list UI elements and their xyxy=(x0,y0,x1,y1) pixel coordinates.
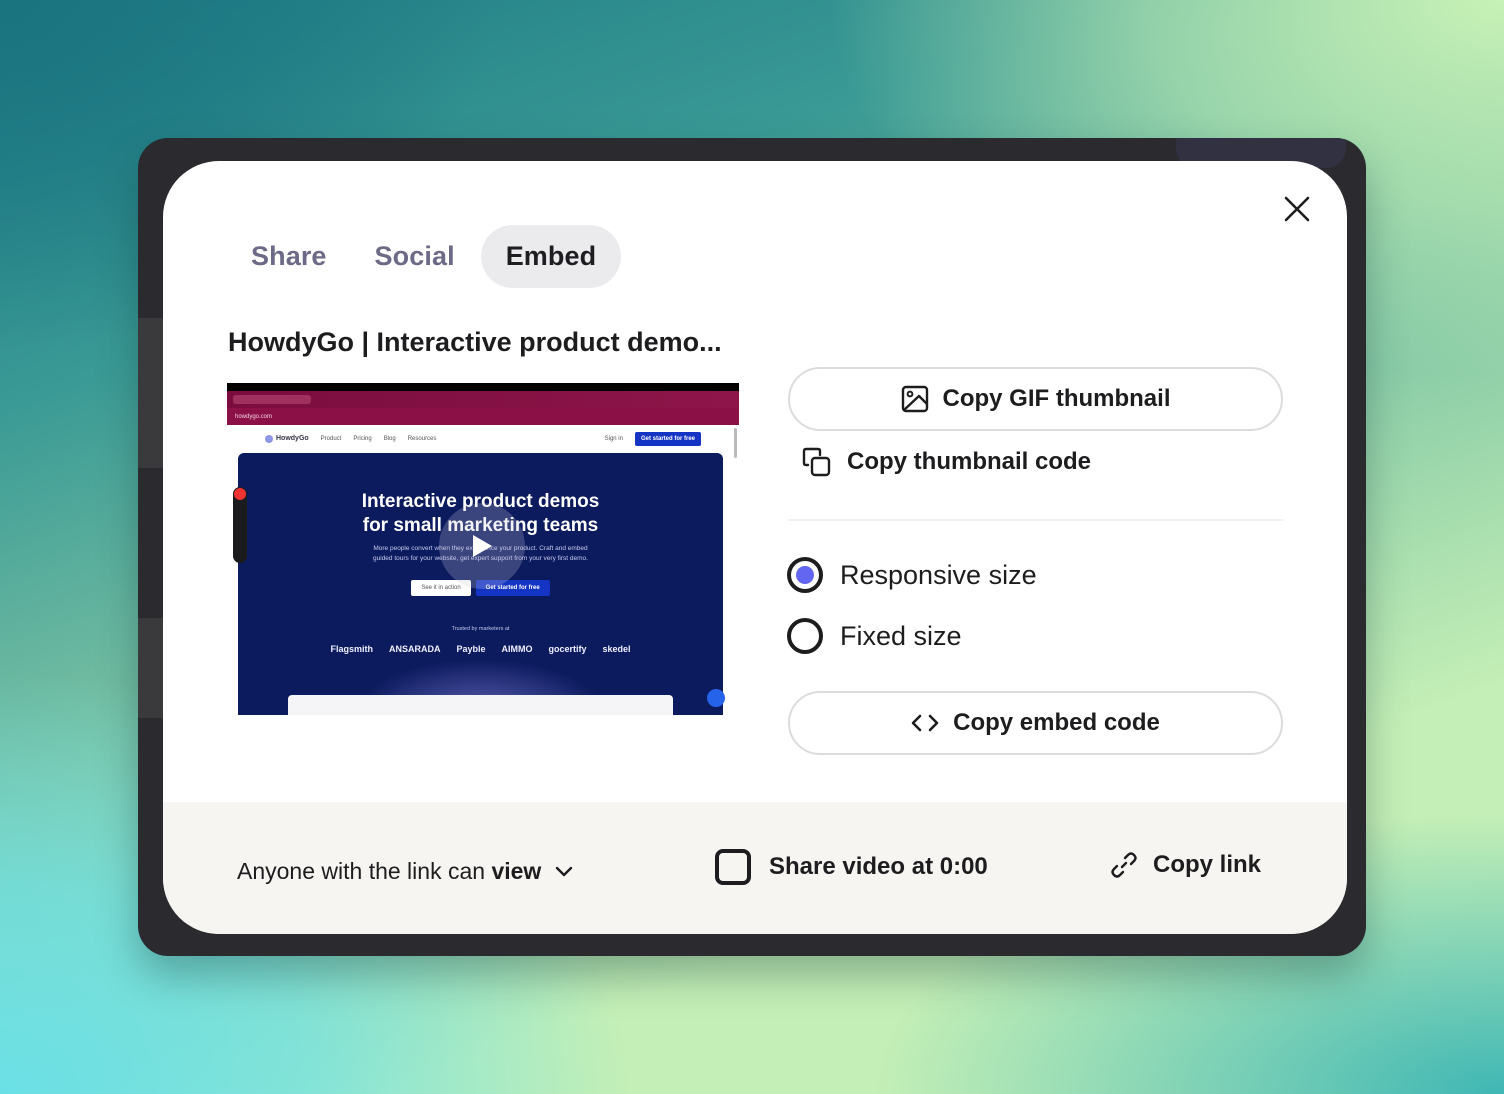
video-title: HowdyGo | Interactive product demo... xyxy=(228,327,722,357)
link-permission-dropdown[interactable]: Anyone with the link can view xyxy=(237,858,573,885)
copy-gif-thumbnail-label: Copy GIF thumbnail xyxy=(942,385,1171,412)
radio-label: Fixed size xyxy=(840,620,962,651)
thumb-customer-logo: skedel xyxy=(602,644,631,654)
tab-social[interactable]: Social xyxy=(353,227,477,286)
thumb-logo-text: HowdyGo xyxy=(276,435,309,442)
chat-bubble-icon xyxy=(707,689,725,707)
thumb-nav-item: Blog xyxy=(383,435,396,442)
thumb-window-bar xyxy=(227,383,739,391)
share-at-label: Share video at 0:00 xyxy=(769,853,988,880)
thumb-customer-logo: Payble xyxy=(456,644,486,654)
image-icon xyxy=(901,385,928,413)
thumb-nav-cta: Get started for free xyxy=(634,431,701,446)
copy-embed-code-button[interactable]: Copy embed code xyxy=(788,691,1283,755)
logo-icon xyxy=(265,434,273,443)
record-icon xyxy=(234,488,246,500)
radio-label: Responsive size xyxy=(840,559,1037,590)
thumb-customer-logo: Flagsmith xyxy=(330,644,373,654)
thumb-scrollbar xyxy=(734,428,737,458)
close-button[interactable] xyxy=(1281,193,1313,225)
thumb-nav-item: Product xyxy=(320,435,342,442)
dialog-footer: Anyone with the link can view Share vide… xyxy=(163,802,1347,934)
share-at-checkbox[interactable] xyxy=(715,849,751,885)
radio-responsive-size[interactable]: Responsive size xyxy=(787,557,1037,593)
play-button[interactable] xyxy=(439,503,525,589)
thumb-site-nav: HowdyGo Product Pricing Blog Resources S… xyxy=(227,425,739,452)
thumb-recording-toolbar xyxy=(233,487,247,563)
copy-thumbnail-code-button[interactable]: Copy thumbnail code xyxy=(801,446,1091,478)
share-dialog: Share Social Embed HowdyGo | Interactive… xyxy=(163,161,1347,934)
thumb-customer-logo: AIMMO xyxy=(501,644,533,654)
thumb-site-logo: HowdyGo xyxy=(265,434,309,443)
backdrop-panel xyxy=(138,618,166,718)
close-icon xyxy=(1284,196,1310,222)
chevron-down-icon xyxy=(556,866,573,876)
copy-gif-thumbnail-button[interactable]: Copy GIF thumbnail xyxy=(788,367,1283,431)
play-icon xyxy=(473,535,492,557)
thumb-trusted: Trusted by marketers at xyxy=(451,626,510,632)
share-video-at-toggle[interactable]: Share video at 0:00 xyxy=(715,849,988,885)
thumb-url: howdygo.com xyxy=(235,413,273,420)
thumb-customer-logo: gocertify xyxy=(548,644,587,654)
thumb-nav-item: Pricing xyxy=(353,435,372,442)
thumb-url-bar: howdygo.com xyxy=(227,408,739,425)
thumb-browser-tab xyxy=(233,395,311,404)
radio-selected-dot xyxy=(796,566,814,584)
section-divider xyxy=(788,519,1283,521)
thumb-customer-logo: ANSARADA xyxy=(388,644,441,654)
tab-embed[interactable]: Embed xyxy=(480,225,622,288)
backdrop-panel xyxy=(138,318,166,468)
copy-embed-code-label: Copy embed code xyxy=(953,709,1160,736)
radio-button[interactable] xyxy=(787,618,823,654)
link-icon xyxy=(1111,852,1137,878)
copy-link-button[interactable]: Copy link xyxy=(1109,850,1261,880)
video-thumbnail[interactable]: howdygo.com HowdyGo Product Pricing Blog… xyxy=(227,383,739,715)
copy-icon xyxy=(802,447,831,477)
radio-fixed-size[interactable]: Fixed size xyxy=(787,618,962,654)
thumb-logo-row: Flagsmith ANSARADA Payble AIMMO gocertif… xyxy=(238,644,723,654)
copy-link-label: Copy link xyxy=(1153,851,1262,878)
permission-text: Anyone with the link can view xyxy=(237,858,542,884)
thumb-nav-item: Resources xyxy=(407,435,437,442)
code-icon xyxy=(911,714,939,732)
thumb-browser-mockup xyxy=(288,695,673,715)
copy-thumbnail-code-label: Copy thumbnail code xyxy=(847,448,1092,475)
dialog-tabs: Share Social Embed xyxy=(229,225,625,288)
tab-share[interactable]: Share xyxy=(229,227,349,286)
radio-button[interactable] xyxy=(787,557,823,593)
thumb-sign-in: Sign in xyxy=(604,435,623,442)
thumb-browser-tabs xyxy=(227,391,739,408)
